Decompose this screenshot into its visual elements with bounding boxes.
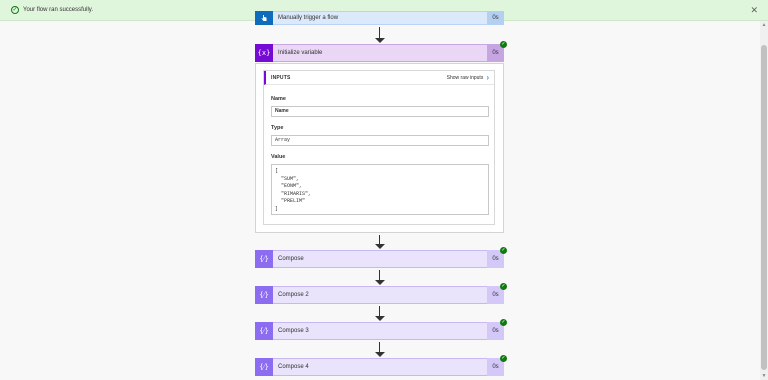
step-compose[interactable]: {⁄} Compose 0s ✓ xyxy=(255,247,507,268)
success-check-icon: ✓ xyxy=(500,355,507,362)
connector-arrow xyxy=(375,270,385,285)
inputs-card: INPUTS Show raw inputs › Name Name Type … xyxy=(263,70,495,225)
array-item: "PRELIM" xyxy=(281,198,306,205)
show-raw-inputs-link[interactable]: Show raw inputs xyxy=(447,75,484,81)
success-check-icon: ✓ xyxy=(500,319,507,326)
step-compose-3[interactable]: {⁄} Compose 3 0s ✓ xyxy=(255,319,507,340)
inputs-header: INPUTS Show raw inputs › xyxy=(264,71,494,85)
close-icon[interactable]: ✕ xyxy=(750,5,758,16)
scroll-down-icon[interactable]: ▼ xyxy=(761,373,767,379)
connector-arrow xyxy=(375,342,385,357)
chevron-right-icon[interactable]: › xyxy=(486,73,489,82)
value-field: [ "SUM", "EONM", "RIMARIS", "PRELIM" ] xyxy=(271,164,489,215)
hand-pointer-icon xyxy=(255,11,273,25)
variable-icon: {x} xyxy=(255,44,273,62)
compose-icon: {⁄} xyxy=(255,322,273,340)
connector-arrow xyxy=(375,235,385,249)
connector-arrow xyxy=(375,27,385,43)
scroll-up-icon[interactable]: ▲ xyxy=(761,22,767,28)
array-item: "EONM", xyxy=(281,183,303,190)
step-title: Initialize variable xyxy=(278,50,323,56)
connector-arrow xyxy=(375,306,385,321)
step-title: Compose 2 xyxy=(278,292,309,298)
success-message: Your flow ran successfully. xyxy=(23,7,94,13)
success-check-icon: ✓ xyxy=(500,247,507,254)
array-open: [ xyxy=(275,168,279,174)
step-detail-panel: INPUTS Show raw inputs › Name Name Type … xyxy=(255,63,504,233)
step-compose-4[interactable]: {⁄} Compose 4 0s ✓ xyxy=(255,355,507,376)
name-field: Name xyxy=(271,106,489,117)
step-compose-2[interactable]: {⁄} Compose 2 0s ✓ xyxy=(255,283,507,304)
inputs-heading: INPUTS xyxy=(271,74,291,81)
step-title: Manually trigger a flow xyxy=(278,15,339,21)
name-label: Name xyxy=(271,96,286,102)
array-item: "RIMARIS", xyxy=(281,190,312,197)
step-title: Compose 3 xyxy=(278,328,309,334)
compose-icon: {⁄} xyxy=(255,250,273,268)
array-close: ] xyxy=(275,205,279,212)
success-check-icon: ✓ xyxy=(500,283,507,290)
success-check-icon: ✓ xyxy=(500,41,507,48)
step-manual-trigger[interactable]: Manually trigger a flow 0s xyxy=(255,11,504,25)
compose-icon: {⁄} xyxy=(255,286,273,304)
step-title: Compose 4 xyxy=(278,364,309,370)
step-title: Compose xyxy=(278,256,304,262)
type-label: Type xyxy=(271,125,284,131)
value-label: Value xyxy=(271,154,286,160)
scrollbar-thumb[interactable] xyxy=(761,45,767,370)
type-field: Array xyxy=(271,135,489,146)
compose-icon: {⁄} xyxy=(255,358,273,376)
step-initialize-variable[interactable]: {x} Initialize variable 0s ✓ xyxy=(255,41,507,62)
success-check-icon: ✓ xyxy=(11,6,19,14)
step-duration: 0s xyxy=(487,11,504,25)
array-item: "SUM", xyxy=(281,175,300,182)
